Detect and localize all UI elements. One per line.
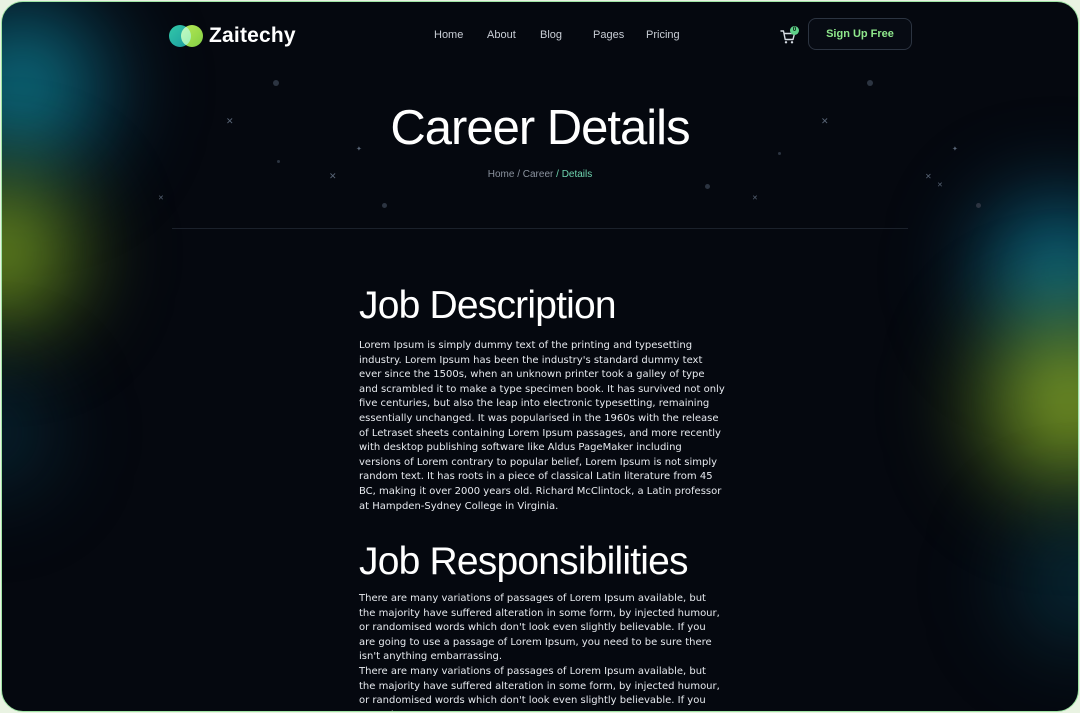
- glow-decoration: [2, 332, 72, 532]
- dot-decoration: [705, 184, 710, 189]
- page-title: Career Details: [390, 101, 690, 155]
- section-heading-description: Job Description: [359, 284, 617, 327]
- nav-item-blog[interactable]: Blog: [540, 29, 562, 41]
- glow-decoration: [938, 172, 1078, 372]
- description-text: Lorem Ipsum is simply dummy text of the …: [359, 340, 725, 512]
- glow-decoration: [978, 482, 1078, 682]
- star-icon: ✕: [158, 194, 164, 202]
- cart-count-badge: 0: [790, 26, 799, 35]
- dot-decoration: [273, 80, 279, 86]
- nav-item-about[interactable]: About: [487, 29, 516, 41]
- breadcrumb-home[interactable]: Home: [488, 169, 515, 180]
- dot-decoration: [382, 203, 387, 208]
- logo-icon: [169, 25, 203, 47]
- nav-item-pricing[interactable]: Pricing: [646, 29, 680, 41]
- dot-decoration: [867, 80, 873, 86]
- nav-item-pages[interactable]: Pages: [593, 29, 624, 41]
- section-heading-responsibilities: Job Responsibilities: [359, 540, 688, 583]
- page-frame: ✕ ✕ ✦ ✕ ✕ ✕ ✦ ✕ ✕ Zaitechy Home About Bl…: [1, 1, 1079, 712]
- responsibilities-text: There are many variations of passages of…: [359, 593, 720, 663]
- glow-decoration: [948, 272, 1078, 532]
- brand-logo[interactable]: Zaitechy: [169, 24, 296, 48]
- breadcrumb-current: Details: [561, 169, 593, 180]
- brand-name: Zaitechy: [209, 24, 296, 47]
- breadcrumb-separator: /: [514, 169, 523, 180]
- dot-decoration: [277, 160, 280, 163]
- star-icon: ✕: [937, 181, 943, 189]
- dot-decoration: [976, 203, 981, 208]
- breadcrumb-career[interactable]: Career: [523, 169, 554, 180]
- sign-up-button[interactable]: Sign Up Free: [808, 18, 912, 50]
- responsibilities-text-2: There are many variations of passages of…: [359, 666, 720, 711]
- nav-item-home[interactable]: Home: [434, 29, 463, 41]
- hero-divider: [172, 228, 908, 229]
- breadcrumb: Home / Career / Details: [2, 169, 1078, 180]
- breadcrumb-separator: /: [553, 169, 562, 180]
- glow-decoration: [2, 152, 122, 352]
- star-icon: ✕: [752, 194, 758, 202]
